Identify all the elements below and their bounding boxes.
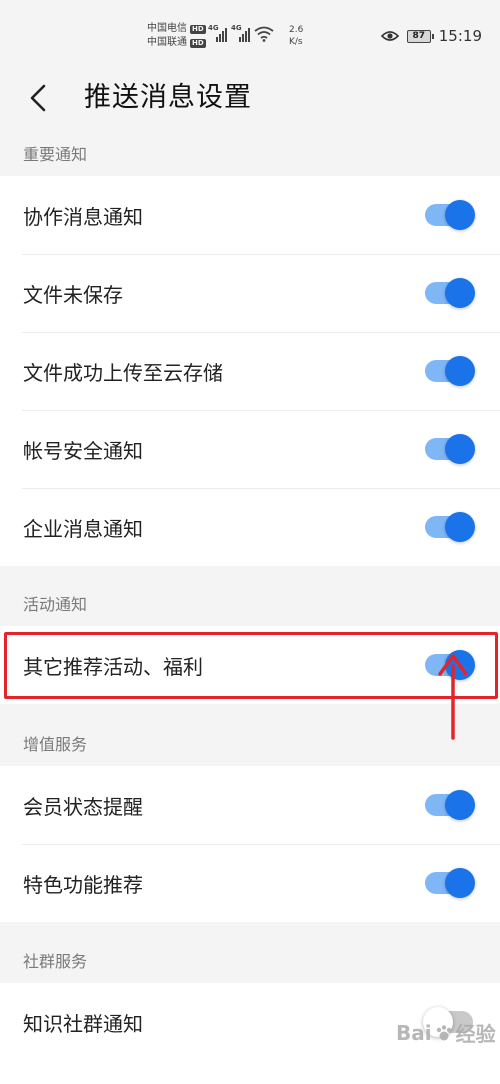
carrier-2: 中国联通 xyxy=(147,37,187,48)
settings-list-activity: 其它推荐活动、福利 xyxy=(0,626,500,704)
toggle-switch[interactable] xyxy=(425,868,475,898)
carrier-1: 中国电信 xyxy=(147,23,187,34)
setting-row-recommended-activities[interactable]: 其它推荐活动、福利 xyxy=(0,626,500,704)
setting-row-membership[interactable]: 会员状态提醒 xyxy=(0,766,500,844)
settings-list-value-added: 会员状态提醒 特色功能推荐 xyxy=(0,766,500,922)
signal-icon: 4G xyxy=(208,24,227,42)
toggle-switch[interactable] xyxy=(425,200,475,230)
wifi-icon xyxy=(254,26,274,42)
toggle-knob xyxy=(445,434,475,464)
section-label-value-added: 增值服务 xyxy=(23,735,88,754)
toggle-switch[interactable] xyxy=(425,356,475,386)
setting-row-account-security[interactable]: 帐号安全通知 xyxy=(0,410,500,488)
section-label-important: 重要通知 xyxy=(23,145,88,164)
setting-label: 文件成功上传至云存储 xyxy=(23,360,223,385)
toggle-switch[interactable] xyxy=(425,790,475,820)
toggle-knob xyxy=(445,278,475,308)
settings-list-important: 协作消息通知 文件未保存 文件成功上传至云存储 帐号安全通知 企业消息通知 xyxy=(0,176,500,566)
setting-label: 企业消息通知 xyxy=(23,516,143,541)
setting-row-enterprise[interactable]: 企业消息通知 xyxy=(0,488,500,566)
setting-label: 知识社群通知 xyxy=(23,1011,143,1036)
setting-label: 协作消息通知 xyxy=(23,204,143,229)
toggle-knob xyxy=(423,1007,453,1037)
eye-icon xyxy=(380,31,399,41)
toggle-knob xyxy=(445,356,475,386)
toggle-switch[interactable] xyxy=(425,512,475,542)
page-title: 推送消息设置 xyxy=(84,82,252,113)
setting-label: 帐号安全通知 xyxy=(23,438,143,463)
network-speed: 2.6 K/s xyxy=(289,25,304,47)
section-label-community: 社群服务 xyxy=(23,952,88,971)
hd-badge: HD xyxy=(190,24,206,34)
toggle-switch[interactable] xyxy=(423,1007,473,1037)
setting-row-upload[interactable]: 文件成功上传至云存储 xyxy=(0,332,500,410)
toggle-switch[interactable] xyxy=(425,278,475,308)
setting-label: 会员状态提醒 xyxy=(23,794,143,819)
setting-row-feature-recommend[interactable]: 特色功能推荐 xyxy=(0,844,500,922)
signal-icon: 4G xyxy=(231,24,250,42)
signal-indicators: 4G 4G xyxy=(208,24,274,42)
chevron-left-icon xyxy=(30,84,46,112)
toggle-knob xyxy=(445,790,475,820)
toggle-knob xyxy=(445,650,475,680)
settings-list-community: 知识社群通知 xyxy=(0,983,500,1084)
setting-label: 其它推荐活动、福利 xyxy=(23,654,203,679)
battery-icon: 87 xyxy=(406,29,434,43)
setting-label: 特色功能推荐 xyxy=(23,872,143,897)
clock: 15:19 xyxy=(438,27,482,45)
toggle-switch[interactable] xyxy=(425,434,475,464)
carrier-info: 中国电信 HD 中国联通 HD xyxy=(147,22,206,50)
status-bar: 中国电信 HD 中国联通 HD 4G 4G 2.6 K/s 87 15:19 xyxy=(0,0,500,70)
setting-label: 文件未保存 xyxy=(23,282,123,307)
setting-row-community[interactable]: 知识社群通知 xyxy=(0,983,500,1061)
setting-row-unsaved[interactable]: 文件未保存 xyxy=(0,254,500,332)
toggle-switch[interactable] xyxy=(425,650,475,680)
toggle-knob xyxy=(445,512,475,542)
back-button[interactable] xyxy=(18,74,58,122)
setting-row-collab[interactable]: 协作消息通知 xyxy=(0,176,500,254)
system-status: 87 15:19 xyxy=(380,27,482,45)
app-header: 推送消息设置 xyxy=(0,70,500,126)
toggle-knob xyxy=(445,868,475,898)
toggle-knob xyxy=(445,200,475,230)
section-label-activity: 活动通知 xyxy=(23,595,88,614)
hd-badge: HD xyxy=(190,38,206,48)
